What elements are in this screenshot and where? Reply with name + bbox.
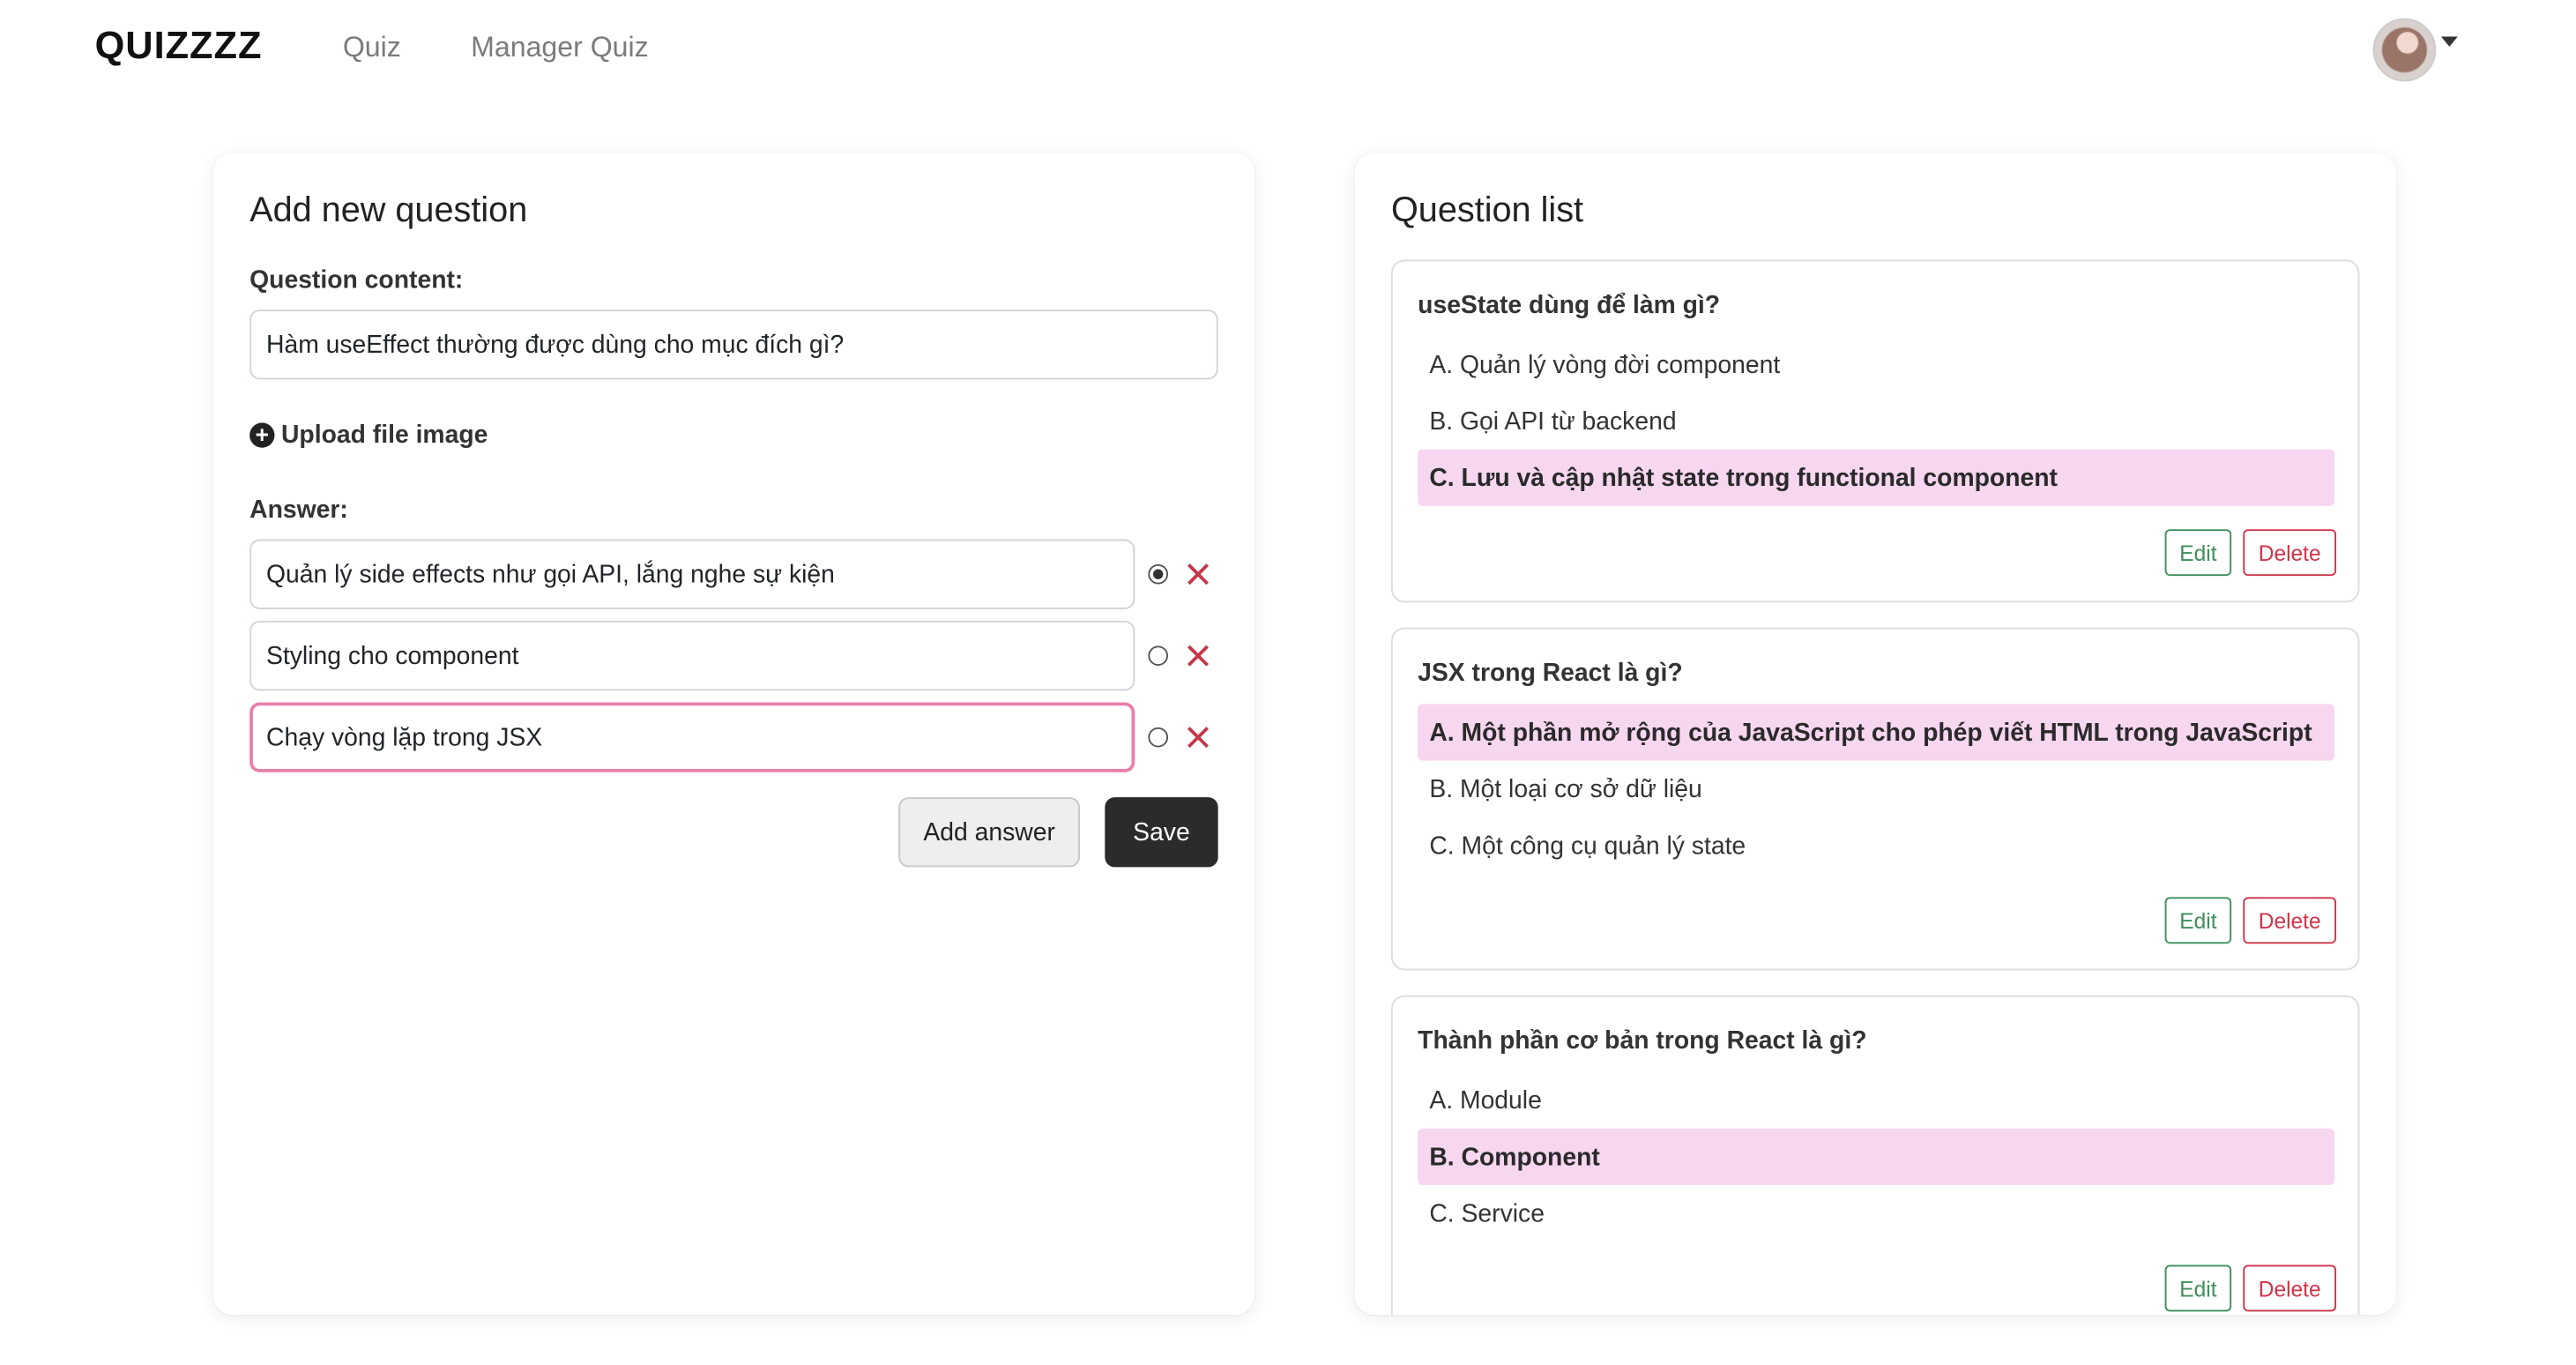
plus-circle-icon: + [249,421,275,448]
question-text: JSX trong React là gì? [1418,659,1683,688]
answer-correct-radio-1[interactable] [1148,563,1169,585]
question-option: C. Service [1429,1198,1545,1228]
navbar: QUIZZZZ Quiz Manager Quiz [0,0,2576,100]
answer-correct-radio-3[interactable] [1148,727,1169,748]
save-button[interactable]: Save [1105,797,1218,868]
add-question-title: Add new question [249,191,528,230]
caret-down-icon[interactable] [2440,36,2458,47]
edit-button[interactable]: Edit [2164,897,2232,944]
upload-file-button[interactable]: + Upload file image [249,421,488,450]
answer-value: Quản lý side effects như gọi API, lắng n… [266,560,835,589]
question-content-label: Question content: [249,266,464,295]
delete-button[interactable]: Delete [2243,897,2337,944]
question-content-input[interactable]: Hàm useEffect thường được dùng cho mục đ… [249,310,1218,380]
question-list-title: Question list [1390,191,1584,230]
question-item: JSX trong React là gì? A. Một phần mở rộ… [1390,627,2360,971]
question-option-correct: C. Lưu và cập nhật state trong functiona… [1418,449,2335,506]
nav-link-quiz[interactable]: Quiz [343,32,401,65]
question-option: A. Quản lý vòng đời component [1429,350,1781,379]
answer-input-3[interactable]: Chạy vòng lặp trong JSX [249,702,1135,772]
add-answer-button[interactable]: Add answer [898,797,1080,868]
question-text: useState dùng để làm gì? [1418,291,1721,320]
edit-button[interactable]: Edit [2164,1264,2232,1312]
close-icon[interactable] [1187,644,1210,667]
delete-button[interactable]: Delete [2243,1264,2337,1312]
question-option-correct: A. Một phần mở rộng của JavaScript cho p… [1418,704,2335,761]
question-item: Thành phần cơ bản trong React là gì? A. … [1390,995,2360,1316]
question-list-card: Question list useState dùng để làm gì? A… [1354,153,2396,1316]
brand-logo[interactable]: QUIZZZZ [95,23,263,68]
answer-value: Chạy vòng lặp trong JSX [266,723,543,752]
question-content-value: Hàm useEffect thường được dùng cho mục đ… [266,330,845,359]
add-question-card: Add new question Question content: Hàm u… [212,153,1255,1316]
answer-input-1[interactable]: Quản lý side effects như gọi API, lắng n… [249,539,1135,609]
avatar[interactable] [2372,18,2437,82]
question-option-correct: B. Component [1418,1128,2335,1185]
edit-button[interactable]: Edit [2164,529,2232,577]
nav-link-manager-quiz[interactable]: Manager Quiz [471,32,649,65]
close-icon[interactable] [1187,563,1210,586]
question-item: useState dùng để làm gì? A. Quản lý vòng… [1390,259,2360,603]
upload-file-label: Upload file image [280,421,488,450]
answer-label: Answer: [249,496,348,525]
question-text: Thành phần cơ bản trong React là gì? [1418,1026,1867,1055]
answer-value: Styling cho component [266,641,519,670]
answer-input-2[interactable]: Styling cho component [249,621,1135,691]
delete-button[interactable]: Delete [2243,529,2337,577]
answer-correct-radio-2[interactable] [1148,645,1169,666]
question-option: B. Một loại cơ sở dữ liệu [1429,774,1702,803]
question-option: B. Gọi API từ backend [1429,407,1677,436]
question-option: C. Một công cụ quản lý state [1429,831,1746,860]
close-icon[interactable] [1187,726,1210,749]
question-option: A. Module [1429,1085,1542,1115]
